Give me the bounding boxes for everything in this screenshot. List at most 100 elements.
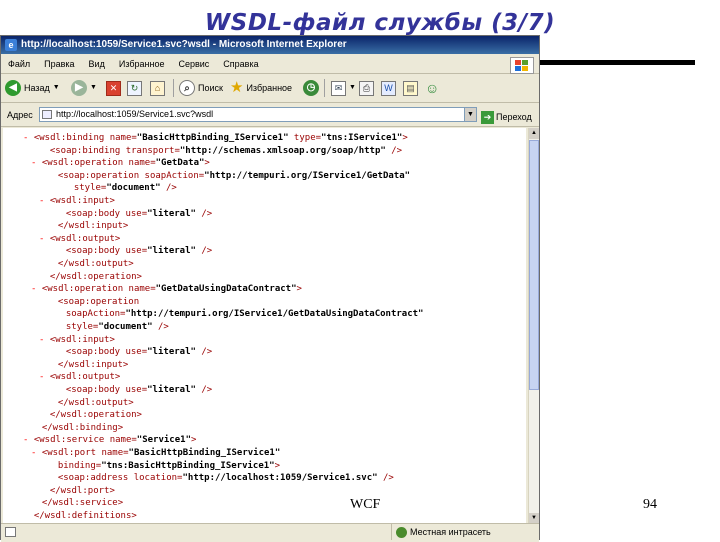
xml-tag: </wsdl:input> [57, 221, 129, 232]
xml-tag: </wsdl:definitions> [33, 511, 137, 521]
stop-icon: ✕ [106, 80, 121, 96]
history-icon: ◷ [303, 80, 319, 96]
collapse-toggle[interactable]: - [31, 284, 42, 294]
xml-line[interactable]: - <wsdl:binding name="BasicHttpBinding_I… [23, 132, 408, 145]
menu-help[interactable]: Справка [216, 55, 265, 73]
menu-file[interactable]: Файл [1, 55, 37, 73]
menu-view[interactable]: Вид [82, 55, 112, 73]
xml-tag: </wsdl:service> [41, 498, 124, 509]
menu-edit[interactable]: Правка [37, 55, 81, 73]
title-rule [540, 60, 695, 65]
xml-attr-name: name= [109, 435, 137, 446]
xml-attr-name: style= [73, 183, 107, 194]
xml-attr-value: "literal" [147, 347, 196, 358]
back-button[interactable]: ◀ Назад ▼ [5, 78, 60, 98]
xml-attr-name: type= [288, 133, 322, 143]
scroll-up-icon[interactable]: ▲ [529, 128, 539, 139]
xml-line[interactable]: - <wsdl:input> [39, 195, 115, 208]
collapse-toggle[interactable]: - [39, 335, 50, 345]
xml-attr-value: "GetData" [155, 158, 205, 169]
xml-tag: > [296, 284, 302, 295]
menu-favorites[interactable]: Избранное [112, 55, 172, 73]
go-arrow-icon: ➔ [481, 110, 494, 124]
xml-attr-value: "http://tempuri.org/IService1/GetDataUsi… [125, 309, 424, 320]
xml-line: <soap:body use="literal" /> [55, 208, 212, 221]
xml-line: <soap:address location="http://localhost… [47, 472, 394, 485]
address-input[interactable]: http://localhost:1059/Service1.svc?wsdl [39, 107, 477, 122]
mail-button[interactable]: ✉ ▼ [331, 78, 356, 98]
messenger-button[interactable]: ☺ [425, 78, 439, 98]
xml-line[interactable]: - <wsdl:output> [39, 371, 120, 384]
xml-tag: <soap:address [57, 473, 134, 484]
xml-attr-value: "literal" [147, 385, 196, 395]
window-titlebar[interactable]: e http://localhost:1059/Service1.svc?wsd… [1, 36, 539, 54]
collapse-toggle[interactable]: - [39, 196, 50, 206]
xml-tag: <soap:binding [49, 145, 126, 156]
mail-icon: ✉ [331, 80, 346, 96]
collapse-toggle[interactable]: - [31, 448, 42, 458]
collapse-toggle[interactable]: - [31, 158, 42, 168]
xml-tag: <wsdl:service [33, 435, 110, 446]
home-button[interactable]: ⌂ [150, 78, 165, 98]
xml-tag: <wsdl:port [41, 448, 102, 458]
search-button[interactable]: ⌕ Поиск [179, 78, 223, 98]
xml-line: </wsdl:port> [39, 485, 115, 498]
edit-button[interactable]: W [381, 78, 396, 98]
stop-button[interactable]: ✕ [106, 78, 121, 98]
xml-line: <soap:operation soapAction="http://tempu… [47, 170, 410, 183]
refresh-icon: ↻ [127, 80, 142, 96]
xml-attr-name: soapAction= [144, 170, 205, 181]
menu-bar: Файл Правка Вид Избранное Сервис Справка [1, 55, 539, 74]
xml-attr-name: name= [128, 158, 156, 169]
windows-flag-icon [510, 57, 534, 74]
scroll-thumb[interactable] [529, 140, 539, 390]
xml-line[interactable]: - <wsdl:service name="Service1"> [23, 434, 196, 447]
discuss-button[interactable]: ▤ [403, 78, 418, 98]
toolbar-separator [173, 79, 174, 97]
xml-line[interactable]: - <wsdl:operation name="GetData"> [31, 157, 210, 170]
xml-line[interactable]: - <wsdl:input> [39, 334, 115, 347]
xml-tag: /> [385, 145, 403, 156]
xml-tag: </wsdl:binding> [41, 422, 124, 433]
security-zone: Местная интрасеть [391, 524, 491, 540]
menu-tools[interactable]: Сервис [171, 55, 216, 73]
xml-attr-value: "tns:BasicHttpBinding_IService1" [101, 460, 275, 471]
collapse-toggle[interactable]: - [23, 133, 34, 143]
xml-line[interactable]: - <wsdl:port name="BasicHttpBinding_ISer… [31, 447, 280, 460]
page-icon [42, 110, 52, 119]
xml-document-view: - <wsdl:binding name="BasicHttpBinding_I… [3, 128, 526, 524]
refresh-button[interactable]: ↻ [127, 78, 142, 98]
print-button[interactable]: ⎙ [359, 78, 374, 98]
xml-attr-value: "literal" [147, 208, 196, 219]
xml-attr-name: binding= [57, 460, 102, 471]
favorites-button[interactable]: ★ Избранное [230, 78, 292, 98]
xml-attr-value: "Service1" [136, 435, 191, 446]
address-value: http://localhost:1059/Service1.svc?wsdl [56, 109, 214, 119]
collapse-toggle[interactable]: - [23, 435, 34, 445]
collapse-toggle[interactable]: - [39, 372, 50, 382]
xml-tag: /> [195, 246, 213, 257]
xml-tag: /> [160, 183, 177, 194]
forward-button[interactable]: ▶ ▼ [71, 78, 97, 98]
xml-line: </wsdl:definitions> [23, 510, 137, 523]
address-dropdown-button[interactable]: ▼ [464, 107, 477, 122]
xml-line: <soap:operation [47, 296, 139, 309]
xml-tag: /> [195, 208, 213, 219]
xml-line[interactable]: - <wsdl:operation name="GetDataUsingData… [31, 283, 302, 296]
toolbar: ◀ Назад ▼ ▶ ▼ ✕ ↻ ⌂ ⌕ Поиск ★ Избранное … [1, 74, 539, 103]
xml-line: </wsdl:operation> [39, 409, 142, 422]
xml-attr-name: name= [101, 448, 129, 458]
xml-attr-value: "BasicHttpBinding_IService1" [136, 133, 289, 143]
xml-attr-name: name= [109, 133, 137, 143]
xml-tag: </wsdl:input> [57, 359, 129, 370]
history-button[interactable]: ◷ [303, 78, 319, 98]
xml-tag: <wsdl:input> [49, 334, 115, 345]
go-button[interactable]: ➔ Переход [481, 107, 532, 127]
collapse-toggle[interactable]: - [39, 234, 50, 244]
xml-line[interactable]: - <wsdl:output> [39, 233, 120, 246]
vertical-scrollbar[interactable]: ▲ ▼ [528, 128, 539, 524]
chevron-down-icon: ▼ [349, 84, 356, 91]
favorites-label: Избранное [246, 83, 293, 93]
xml-tag: <soap:body [65, 208, 126, 219]
status-bar: Местная интрасеть [1, 523, 539, 542]
